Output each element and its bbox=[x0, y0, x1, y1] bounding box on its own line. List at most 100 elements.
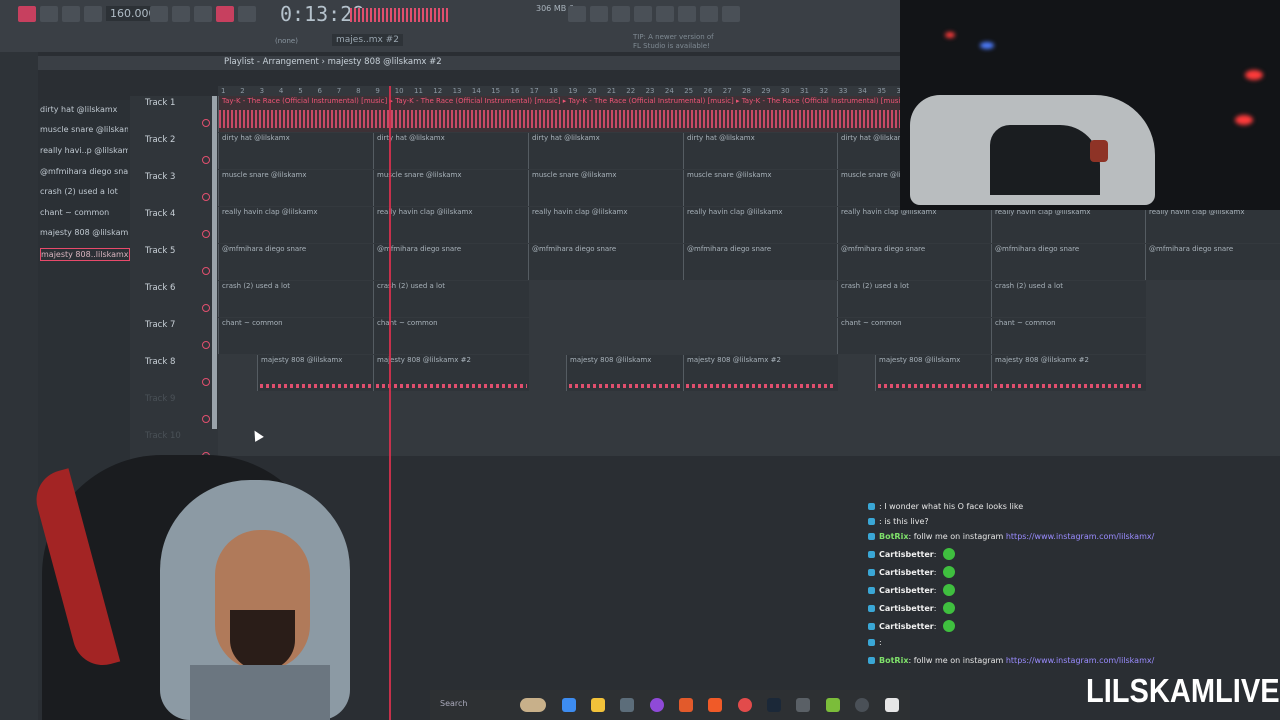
save-button[interactable] bbox=[656, 6, 674, 22]
countdown-button[interactable] bbox=[194, 6, 212, 22]
copilot-icon[interactable] bbox=[562, 698, 576, 712]
pattern-clip[interactable]: dirty hat @lilskamx bbox=[528, 133, 684, 169]
record-dot-icon[interactable] bbox=[202, 341, 210, 349]
pattern-clip[interactable]: muscle snare @lilskamx bbox=[683, 170, 838, 206]
pattern-clip[interactable]: really havin clap @lilskamx bbox=[528, 207, 684, 243]
record-dot-icon[interactable] bbox=[202, 267, 210, 275]
pattern-clip[interactable]: muscle snare @lilskamx bbox=[218, 170, 374, 206]
weather-icon[interactable] bbox=[520, 698, 546, 712]
pattern-clip[interactable]: majesty 808 @lilskamx #2 bbox=[683, 355, 838, 391]
fl-studio-icon[interactable] bbox=[679, 698, 693, 712]
discord-icon[interactable] bbox=[650, 698, 664, 712]
help-button[interactable] bbox=[634, 6, 652, 22]
chrome-icon[interactable] bbox=[738, 698, 752, 712]
pattern-clip[interactable]: @mfmihara diego snare bbox=[991, 244, 1146, 280]
pattern-clip[interactable]: dirty hat @lilskamx bbox=[683, 133, 838, 169]
pattern-clip[interactable]: majesty 808 @lilskamx bbox=[257, 355, 374, 391]
snap-selector[interactable]: (none) bbox=[275, 37, 298, 45]
chat-link[interactable]: https://www.instagram.com/lilskamx/ bbox=[1006, 656, 1154, 665]
pattern-clip[interactable]: majesty 808 @lilskamx bbox=[566, 355, 684, 391]
picker-item[interactable]: majesty 808 @lilskamx bbox=[40, 223, 128, 242]
pattern-clip[interactable]: @mfmihara diego snare bbox=[373, 244, 529, 280]
picker-item[interactable]: dirty hat @lilskamx bbox=[40, 100, 128, 119]
track-header[interactable]: Track 9 bbox=[130, 392, 218, 430]
playhead[interactable] bbox=[389, 86, 391, 720]
app-icon[interactable] bbox=[885, 698, 899, 712]
plugin-button[interactable] bbox=[678, 6, 696, 22]
pattern-clip[interactable]: crash (2) used a lot bbox=[837, 281, 992, 317]
track-header[interactable]: Track 4 bbox=[130, 207, 218, 245]
pattern-selector[interactable]: majes..mx #2 bbox=[332, 34, 403, 46]
wait-button[interactable] bbox=[172, 6, 190, 22]
pattern-clip[interactable]: majesty 808 @lilskamx bbox=[875, 355, 992, 391]
app-icon[interactable] bbox=[826, 698, 840, 712]
pattern-clip[interactable]: muscle snare @lilskamx bbox=[373, 170, 529, 206]
pause-button[interactable] bbox=[40, 6, 58, 22]
pattern-clip[interactable]: really havin clap @lilskamx bbox=[218, 207, 374, 243]
picker-item[interactable]: @mfmihara diego snare bbox=[40, 162, 128, 181]
metronome-button[interactable] bbox=[150, 6, 168, 22]
pattern-clip[interactable]: @mfmihara diego snare bbox=[1145, 244, 1280, 280]
pattern-clip[interactable]: majesty 808 @lilskamx #2 bbox=[991, 355, 1146, 391]
picker-item[interactable]: crash (2) used a lot bbox=[40, 182, 128, 201]
pattern-clip[interactable]: really havin clap @lilskamx bbox=[1145, 207, 1280, 243]
timeline-ruler[interactable]: 1 2 3 4 5 6 7 8 9 10 11 12 13 14 15 16 17 18 19 20 21 22 23 24 2… bbox=[218, 86, 905, 96]
pattern-clip[interactable]: chant ~ common bbox=[837, 318, 992, 354]
loop-record-button[interactable] bbox=[216, 6, 234, 22]
picker-item-selected[interactable]: majesty 808..lilskamx #2 bbox=[40, 248, 130, 261]
pattern-clip[interactable]: muscle snare @lilskamx bbox=[528, 170, 684, 206]
pattern-clip[interactable]: really havin clap @lilskamx bbox=[683, 207, 838, 243]
app-icon[interactable] bbox=[796, 698, 810, 712]
record-dot-icon[interactable] bbox=[202, 119, 210, 127]
track-header[interactable]: Track 1 bbox=[130, 96, 218, 134]
undo-button[interactable] bbox=[568, 6, 586, 22]
record-toggle[interactable] bbox=[18, 6, 36, 22]
pattern-clip[interactable]: really havin clap @lilskamx bbox=[373, 207, 529, 243]
app-icon[interactable] bbox=[855, 698, 869, 712]
mic-button[interactable] bbox=[612, 6, 630, 22]
track-header[interactable]: Track 7 bbox=[130, 318, 218, 356]
pattern-clip[interactable]: chant ~ common bbox=[218, 318, 374, 354]
pattern-clip[interactable]: muscle snare @lilskamx bbox=[837, 170, 901, 206]
record-dot-icon[interactable] bbox=[202, 230, 210, 238]
pattern-clip[interactable]: really havin clap @lilskamx bbox=[991, 207, 1146, 243]
track-header[interactable]: Track 8 bbox=[130, 355, 218, 393]
picker-item[interactable]: chant ~ common bbox=[40, 203, 128, 222]
record-dot-icon[interactable] bbox=[202, 304, 210, 312]
pattern-clip[interactable]: majesty 808 @lilskamx #2 bbox=[373, 355, 529, 391]
folder-icon[interactable] bbox=[591, 698, 605, 712]
pattern-clip[interactable]: really havin clap @lilskamx bbox=[837, 207, 992, 243]
brave-icon[interactable] bbox=[708, 698, 722, 712]
pattern-clip[interactable]: chant ~ common bbox=[373, 318, 529, 354]
audio-clip[interactable]: Tay-K - The Race (Official Instrumental)… bbox=[218, 96, 901, 132]
pattern-clip[interactable]: dirty hat @lilskamx bbox=[373, 133, 529, 169]
chat-link[interactable]: https://www.instagram.com/lilskamx/ bbox=[1006, 532, 1154, 541]
download-button[interactable] bbox=[722, 6, 740, 22]
track-header[interactable]: Track 6 bbox=[130, 281, 218, 319]
picker-item[interactable]: really havi..p @lilskamx bbox=[40, 141, 128, 160]
track-header[interactable]: Track 2 bbox=[130, 133, 218, 171]
record-dot-icon[interactable] bbox=[202, 193, 210, 201]
cut-tool-button[interactable] bbox=[590, 6, 608, 22]
steam-icon[interactable] bbox=[767, 698, 781, 712]
chat-button[interactable] bbox=[700, 6, 718, 22]
record-dot-icon[interactable] bbox=[202, 156, 210, 164]
track-header[interactable]: Track 3 bbox=[130, 170, 218, 208]
pattern-clip[interactable]: @mfmihara diego snare bbox=[218, 244, 374, 280]
pattern-clip[interactable]: dirty hat @lilskamx bbox=[837, 133, 901, 169]
record-dot-icon[interactable] bbox=[202, 415, 210, 423]
pattern-clip[interactable]: @mfmihara diego snare bbox=[528, 244, 684, 280]
step-edit-button[interactable] bbox=[238, 6, 256, 22]
pattern-clip[interactable]: crash (2) used a lot bbox=[373, 281, 529, 317]
stop-button[interactable] bbox=[62, 6, 80, 22]
taskbar-search[interactable]: Search bbox=[440, 699, 467, 708]
record-button[interactable] bbox=[84, 6, 102, 22]
pattern-clip[interactable]: dirty hat @lilskamx bbox=[218, 133, 374, 169]
track-header[interactable]: Track 5 bbox=[130, 244, 218, 282]
pattern-clip[interactable]: crash (2) used a lot bbox=[218, 281, 374, 317]
pattern-clip[interactable]: @mfmihara diego snare bbox=[683, 244, 838, 280]
pattern-clip[interactable]: chant ~ common bbox=[991, 318, 1146, 354]
pattern-clip[interactable]: crash (2) used a lot bbox=[991, 281, 1146, 317]
store-icon[interactable] bbox=[620, 698, 634, 712]
pattern-clip[interactable]: @mfmihara diego snare bbox=[837, 244, 992, 280]
